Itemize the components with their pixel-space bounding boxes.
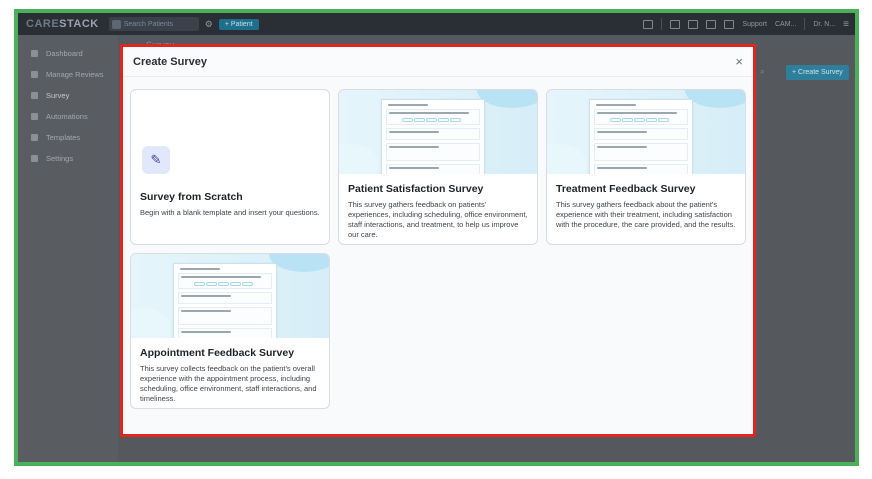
decoration xyxy=(547,144,587,174)
top-bar: CARESTACK Search Patients ⚙ + Patient Su… xyxy=(18,13,855,35)
screenshot-frame: CARESTACK Search Patients ⚙ + Patient Su… xyxy=(0,0,872,479)
notifications-icon[interactable] xyxy=(670,19,681,29)
template-icon xyxy=(31,134,38,141)
location-selector[interactable]: CAM... xyxy=(775,21,796,28)
sidebar-item-label: Settings xyxy=(46,154,74,163)
pen-plus-icon: ✎ xyxy=(142,146,170,174)
sidebar-item-label: Manage Reviews xyxy=(46,70,104,79)
card-body: Survey from Scratch Begin with a blank t… xyxy=(131,182,329,218)
card-body: Appointment Feedback Survey This survey … xyxy=(131,338,329,404)
user-menu[interactable]: Dr. N... xyxy=(813,21,835,28)
modal-body: ✎ Survey from Scratch Begin with a blank… xyxy=(123,77,753,434)
messages-icon[interactable] xyxy=(724,19,735,29)
decoration xyxy=(339,144,379,174)
close-icon[interactable]: × xyxy=(735,54,743,69)
logo-suffix: STACK xyxy=(59,18,99,30)
patient-satisfaction-survey-card[interactable]: Patient Satisfaction Survey This survey … xyxy=(338,89,538,245)
search-icon xyxy=(111,19,121,29)
notes-icon[interactable] xyxy=(643,19,654,29)
survey-from-scratch-card[interactable]: ✎ Survey from Scratch Begin with a blank… xyxy=(130,89,330,245)
modal-title: Create Survey xyxy=(133,55,207,68)
modal-header: Create Survey × xyxy=(123,47,753,77)
hamburger-menu-icon[interactable]: ≡ xyxy=(843,19,849,30)
support-link[interactable]: Support xyxy=(742,21,767,28)
card-body: Patient Satisfaction Survey This survey … xyxy=(339,174,537,240)
calendar-icon[interactable] xyxy=(688,19,699,29)
sidebar: Dashboard Manage Reviews Survey Automati… xyxy=(18,35,118,462)
create-survey-button[interactable]: + Create Survey xyxy=(786,65,849,80)
decoration xyxy=(685,90,745,108)
divider xyxy=(661,18,663,30)
settings-gear-icon[interactable]: ⚙ xyxy=(205,19,213,30)
automation-icon xyxy=(31,113,38,120)
card-title: Appointment Feedback Survey xyxy=(140,347,295,359)
search-placeholder: Search Patients xyxy=(123,20,174,28)
app-logo[interactable]: CARESTACK xyxy=(26,18,99,30)
card-body: Treatment Feedback Survey This survey ga… xyxy=(547,174,745,230)
grid-icon xyxy=(31,50,38,57)
survey-icon xyxy=(31,92,38,99)
sidebar-item-settings[interactable]: Settings xyxy=(18,148,118,169)
divider xyxy=(804,18,806,30)
sidebar-item-automations[interactable]: Automations xyxy=(18,106,118,127)
sidebar-item-templates[interactable]: Templates xyxy=(18,127,118,148)
treatment-feedback-survey-card[interactable]: Treatment Feedback Survey This survey ga… xyxy=(546,89,746,245)
sidebar-item-manage-reviews[interactable]: Manage Reviews xyxy=(18,64,118,85)
sidebar-item-label: Automations xyxy=(46,112,88,121)
card-title: Patient Satisfaction Survey xyxy=(348,183,484,195)
survey-preview-image xyxy=(131,254,329,338)
add-patient-button[interactable]: + Patient xyxy=(218,18,259,30)
card-description: This survey gathers feedback on patients… xyxy=(348,200,528,239)
survey-preview-image xyxy=(547,90,745,174)
survey-preview-document xyxy=(381,99,485,174)
sidebar-item-label: Templates xyxy=(46,133,81,142)
gear-icon xyxy=(31,155,38,162)
decoration xyxy=(477,90,537,108)
sidebar-item-label: Dashboard xyxy=(46,49,83,58)
users-icon[interactable] xyxy=(706,19,717,29)
chat-icon xyxy=(31,71,38,78)
survey-preview-document xyxy=(589,99,693,174)
top-bar-right: Support CAM... Dr. N... ≡ xyxy=(643,18,849,30)
sidebar-item-dashboard[interactable]: Dashboard xyxy=(18,43,118,64)
survey-preview-image xyxy=(339,90,537,174)
sidebar-item-label: Survey xyxy=(46,91,70,100)
card-title: Treatment Feedback Survey xyxy=(556,183,696,195)
logo-prefix: CARE xyxy=(26,18,60,30)
card-description: Begin with a blank template and insert y… xyxy=(140,208,320,217)
search-icon[interactable]: ⌕ xyxy=(760,67,764,77)
card-title: Survey from Scratch xyxy=(140,191,243,203)
card-description: This survey collects feedback on the pat… xyxy=(140,364,317,403)
decoration xyxy=(131,308,171,338)
card-description: This survey gathers feedback about the p… xyxy=(556,200,736,229)
sidebar-item-survey[interactable]: Survey xyxy=(18,85,118,106)
survey-preview-document xyxy=(173,263,277,338)
appointment-feedback-survey-card[interactable]: Appointment Feedback Survey This survey … xyxy=(130,253,330,409)
create-survey-modal: Create Survey × ✎ Survey from Scratch Be… xyxy=(120,44,756,437)
decoration xyxy=(269,254,329,272)
patient-search-input[interactable]: Search Patients xyxy=(108,17,199,31)
